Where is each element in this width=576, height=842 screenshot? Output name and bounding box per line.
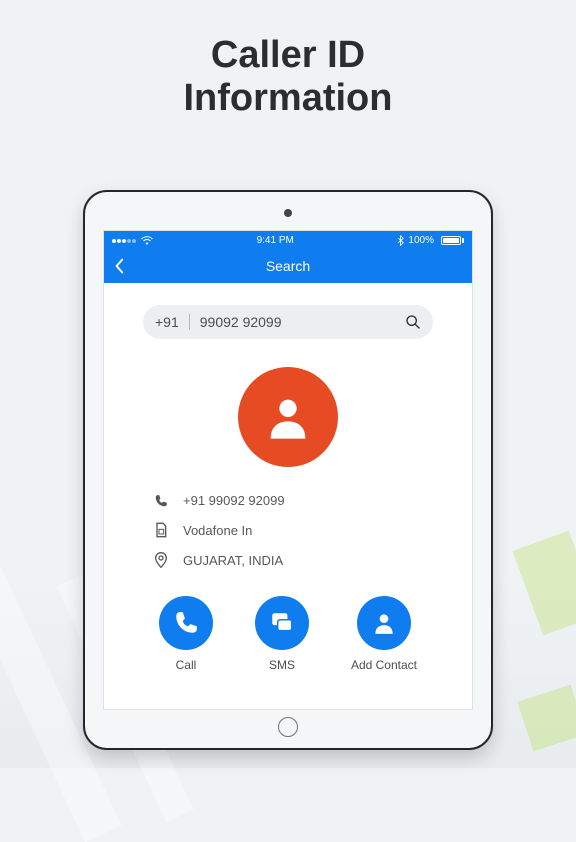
search-icon: [405, 314, 421, 330]
device-camera: [284, 209, 292, 217]
call-label: Call: [176, 658, 197, 672]
call-button[interactable]: [159, 596, 213, 650]
action-buttons: Call SMS: [138, 596, 438, 672]
add-contact-action[interactable]: Add Contact: [351, 596, 417, 672]
nav-title: Search: [104, 258, 472, 274]
phone-icon: [153, 494, 169, 508]
contact-avatar: [238, 367, 338, 467]
wifi-icon: [141, 235, 153, 245]
info-carrier-row: Vodafone In: [153, 522, 423, 538]
sms-icon: [269, 610, 295, 636]
signal-dots-icon: [112, 235, 137, 246]
add-contact-icon: [371, 610, 397, 636]
info-carrier-value: Vodafone In: [183, 523, 252, 538]
info-location-value: GUJARAT, INDIA: [183, 553, 283, 568]
status-time: 9:41 PM: [257, 235, 294, 246]
country-code-prefix[interactable]: +91: [155, 314, 190, 330]
headline-line2: Information: [0, 77, 576, 120]
info-phone-row: +91 99092 92099: [153, 493, 423, 508]
sms-label: SMS: [269, 658, 295, 672]
battery-percentage: 100%: [408, 235, 434, 246]
nav-bar: Search: [104, 249, 472, 283]
device-home-button[interactable]: [278, 717, 298, 737]
info-list: +91 99092 92099 Vodafone In GUJARAT, IND…: [153, 493, 423, 568]
info-location-row: GUJARAT, INDIA: [153, 552, 423, 568]
location-pin-icon: [153, 552, 169, 568]
page-headline: Caller ID Information: [0, 0, 576, 119]
add-contact-button[interactable]: [357, 596, 411, 650]
sim-icon: [153, 522, 169, 538]
call-action[interactable]: Call: [159, 596, 213, 672]
search-button[interactable]: [405, 314, 421, 330]
info-phone-value: +91 99092 92099: [183, 493, 285, 508]
search-pill: +91: [143, 305, 433, 339]
bluetooth-icon: [397, 235, 404, 246]
add-contact-label: Add Contact: [351, 658, 417, 672]
device-screen: 9:41 PM 100% Search: [103, 230, 473, 710]
tablet-device-frame: 9:41 PM 100% Search: [83, 190, 493, 750]
battery-icon: [438, 236, 464, 245]
chevron-left-icon: [112, 258, 126, 274]
phone-number-input[interactable]: [190, 314, 405, 330]
person-icon: [262, 391, 314, 443]
sms-action[interactable]: SMS: [255, 596, 309, 672]
status-bar: 9:41 PM 100%: [104, 231, 472, 249]
back-button[interactable]: [112, 258, 126, 274]
call-icon: [173, 610, 199, 636]
sms-button[interactable]: [255, 596, 309, 650]
content-area: +91: [104, 283, 472, 709]
headline-line1: Caller ID: [0, 34, 576, 77]
